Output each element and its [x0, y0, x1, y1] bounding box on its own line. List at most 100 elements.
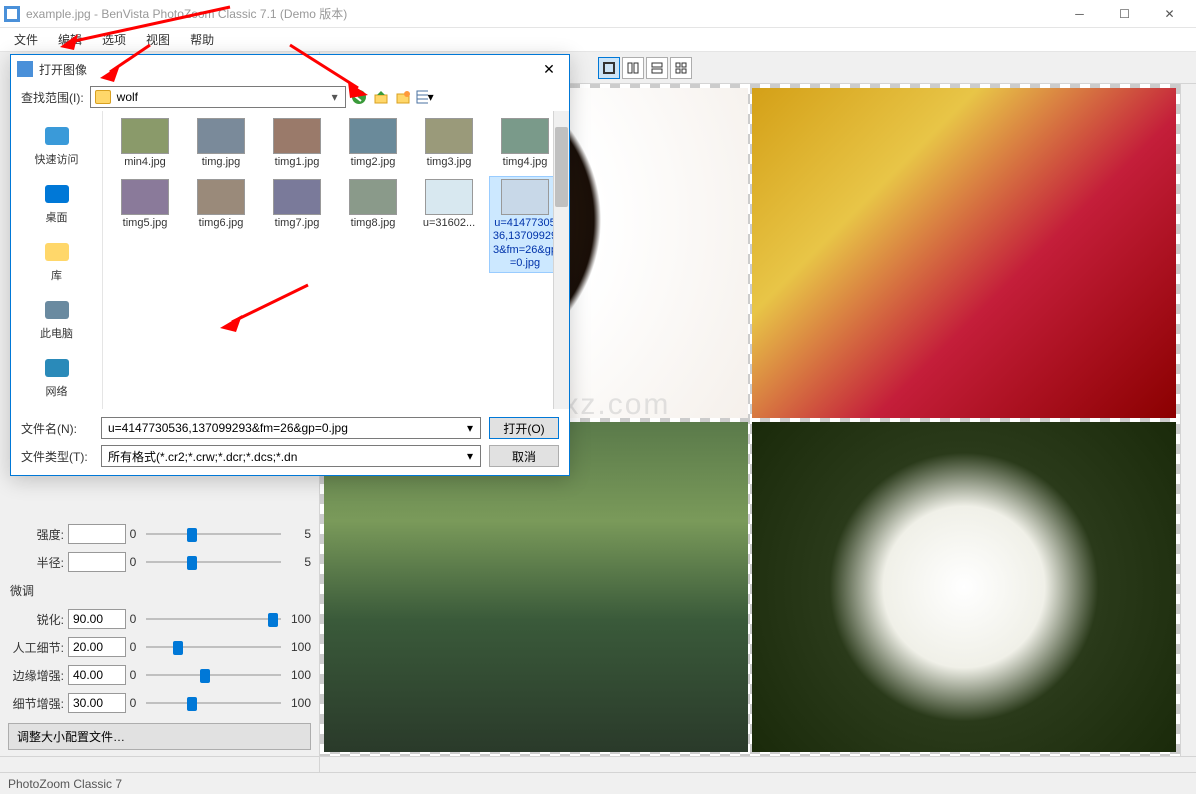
chevron-down-icon: ▾ [462, 420, 478, 436]
sidebar-item-1[interactable]: 桌面 [11, 175, 102, 229]
file-name: timg6.jpg [188, 217, 254, 230]
file-item[interactable]: timg8.jpg [337, 176, 409, 273]
slider-label: 强度: [8, 526, 68, 543]
filename-input[interactable]: u=4147730536,137099293&fm=26&gp=0.jpg ▾ [101, 417, 481, 439]
menubar: 文件 编辑 选项 视图 帮助 [0, 28, 1196, 52]
slider-max: 100 [287, 640, 311, 654]
slider-value-input[interactable] [68, 609, 126, 629]
slider-label: 边缘增强: [8, 667, 68, 684]
dialog-sidebar: 快速访问桌面库此电脑网络 [11, 111, 103, 409]
file-name: timg2.jpg [340, 156, 406, 169]
file-item[interactable]: timg1.jpg [261, 115, 333, 172]
file-item[interactable]: timg6.jpg [185, 176, 257, 273]
finetune-section-title: 微调 [0, 576, 319, 605]
up-button[interactable] [372, 88, 390, 106]
file-name: u=31602... [416, 217, 482, 230]
image-scrollbar-h[interactable] [320, 756, 1196, 772]
minimize-button[interactable]: ─ [1057, 0, 1102, 28]
slider-max: 5 [287, 555, 311, 569]
file-item[interactable]: timg5.jpg [109, 176, 181, 273]
file-list[interactable]: min4.jpg timg.jpg timg1.jpg timg2.jpg timg3.… [103, 111, 569, 277]
look-in-value: wolf [117, 90, 138, 104]
slider-row: 边缘增强:0100 [0, 661, 319, 689]
slider-track[interactable] [146, 665, 281, 685]
file-list-scrollbar[interactable] [553, 111, 569, 409]
file-item[interactable]: u=4147730536,137099293&fm=26&gp=0.jpg [489, 176, 561, 273]
open-file-dialog: 打开图像 ✕ 查找范围(I): wolf ▾ ▾ 快速访问桌面库此电脑网络 mi… [10, 54, 570, 476]
image-scrollbar-v[interactable] [1180, 84, 1196, 756]
app-icon [4, 6, 20, 22]
file-thumbnail [349, 118, 397, 154]
file-name: timg1.jpg [264, 156, 330, 169]
menu-file[interactable]: 文件 [4, 29, 48, 50]
slider-value-input[interactable] [68, 637, 126, 657]
sidebar-label: 快速访问 [11, 151, 102, 167]
slider-value-input[interactable] [68, 665, 126, 685]
file-item[interactable]: timg3.jpg [413, 115, 485, 172]
slider-track[interactable] [146, 609, 281, 629]
slider-row: 人工细节:0100 [0, 633, 319, 661]
slider-track[interactable] [146, 637, 281, 657]
file-thumbnail [501, 179, 549, 215]
filetype-label: 文件类型(T): [21, 448, 93, 465]
slider-track[interactable] [146, 552, 281, 572]
file-name: timg.jpg [188, 156, 254, 169]
slider-value-input[interactable] [68, 693, 126, 713]
slider-max: 100 [287, 612, 311, 626]
image-cell-4 [752, 422, 1176, 752]
panel-scrollbar-h[interactable] [0, 756, 319, 772]
sidebar-label: 网络 [11, 383, 102, 399]
file-item[interactable]: u=31602... [413, 176, 485, 273]
maximize-button[interactable]: ☐ [1102, 0, 1147, 28]
slider-value-input[interactable] [68, 524, 126, 544]
file-name: timg4.jpg [492, 156, 558, 169]
file-thumbnail [121, 179, 169, 215]
slider-track[interactable] [146, 693, 281, 713]
file-item[interactable]: timg4.jpg [489, 115, 561, 172]
sidebar-item-4[interactable]: 网络 [11, 349, 102, 403]
dialog-title: 打开图像 [39, 61, 535, 78]
slider-track[interactable] [146, 524, 281, 544]
view-quad-button[interactable] [670, 57, 692, 79]
dialog-close-button[interactable]: ✕ [535, 55, 563, 83]
file-item[interactable]: timg2.jpg [337, 115, 409, 172]
look-in-combo[interactable]: wolf ▾ [90, 86, 346, 108]
file-item[interactable]: min4.jpg [109, 115, 181, 172]
sidebar-item-3[interactable]: 此电脑 [11, 291, 102, 345]
sidebar-icon [43, 295, 71, 323]
menu-view[interactable]: 视图 [136, 29, 180, 50]
file-item[interactable]: timg7.jpg [261, 176, 333, 273]
titlebar: example.jpg - BenVista PhotoZoom Classic… [0, 0, 1196, 28]
sidebar-label: 此电脑 [11, 325, 102, 341]
view-menu-button[interactable]: ▾ [416, 88, 434, 106]
slider-label: 半径: [8, 554, 68, 571]
sidebar-icon [43, 121, 71, 149]
slider-row: 锐化:0100 [0, 605, 319, 633]
status-text: PhotoZoom Classic 7 [8, 777, 122, 791]
sidebar-icon [43, 353, 71, 381]
slider-min: 0 [126, 640, 140, 654]
view-split-h-button[interactable] [646, 57, 668, 79]
filetype-combo[interactable]: 所有格式(*.cr2;*.crw;*.dcr;*.dcs;*.dn ▾ [101, 445, 481, 467]
slider-value-input[interactable] [68, 552, 126, 572]
new-folder-button[interactable] [394, 88, 412, 106]
filename-label: 文件名(N): [21, 420, 93, 437]
back-button[interactable] [350, 88, 368, 106]
slider-min: 0 [126, 555, 140, 569]
menu-edit[interactable]: 编辑 [48, 29, 92, 50]
view-split-v-button[interactable] [622, 57, 644, 79]
file-thumbnail [501, 118, 549, 154]
dialog-titlebar: 打开图像 ✕ [11, 55, 569, 83]
close-button[interactable]: ✕ [1147, 0, 1192, 28]
sidebar-item-2[interactable]: 库 [11, 233, 102, 287]
slider-row: 半径: 0 5 [0, 548, 319, 576]
open-button[interactable]: 打开(O) [489, 417, 559, 439]
resize-profile-button[interactable]: 调整大小配置文件… [8, 723, 311, 750]
menu-help[interactable]: 帮助 [180, 29, 224, 50]
view-single-button[interactable] [598, 57, 620, 79]
sidebar-item-0[interactable]: 快速访问 [11, 117, 102, 171]
file-item[interactable]: timg.jpg [185, 115, 257, 172]
menu-options[interactable]: 选项 [92, 29, 136, 50]
cancel-button[interactable]: 取消 [489, 445, 559, 467]
sidebar-label: 桌面 [11, 209, 102, 225]
